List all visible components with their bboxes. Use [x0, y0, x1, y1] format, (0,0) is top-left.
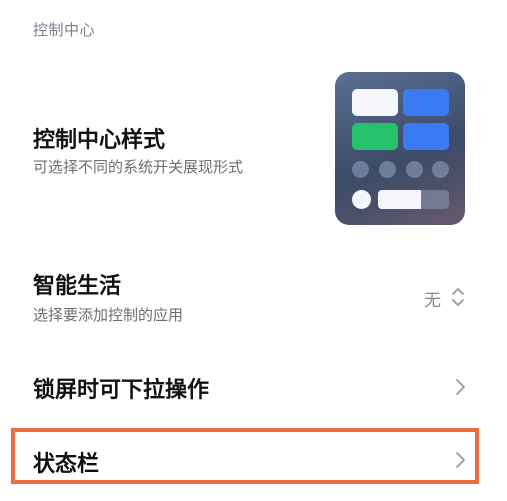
preview-toggle-tile — [352, 123, 398, 150]
control-center-style-title: 控制中心样式 — [33, 128, 166, 153]
chevron-right-icon — [456, 379, 465, 395]
preview-slider-fill — [378, 190, 421, 209]
control-center-style-subtitle: 可选择不同的系统开关展现形式 — [33, 158, 244, 176]
preview-toggle-dot — [432, 161, 449, 178]
preview-slider-bar — [378, 190, 449, 209]
status-bar-item[interactable]: 状态栏 — [0, 428, 507, 488]
preview-toggle-tile — [403, 123, 449, 150]
smart-life-value: 无 — [424, 291, 441, 311]
status-bar-title: 状态栏 — [33, 452, 100, 477]
chevron-up-down-icon — [452, 288, 464, 306]
preview-toggle-dot — [406, 161, 423, 178]
preview-toggle-tile — [403, 89, 449, 116]
preview-slider-knob — [352, 190, 371, 209]
preview-toggle-dot — [352, 161, 369, 178]
smart-life-title: 智能生活 — [33, 274, 122, 299]
smart-life-item[interactable]: 智能生活 选择要添加控制的应用 无 — [0, 264, 507, 334]
smart-life-subtitle: 选择要添加控制的应用 — [33, 306, 184, 324]
lockscreen-pulldown-title: 锁屏时可下拉操作 — [33, 378, 210, 403]
chevron-right-icon — [456, 452, 465, 468]
preview-toggle-tile — [352, 89, 398, 116]
preview-toggle-dot — [379, 161, 396, 178]
lockscreen-pulldown-item[interactable]: 锁屏时可下拉操作 — [0, 362, 507, 412]
control-center-preview-thumbnail[interactable] — [335, 72, 465, 225]
section-header: 控制中心 — [33, 21, 96, 39]
